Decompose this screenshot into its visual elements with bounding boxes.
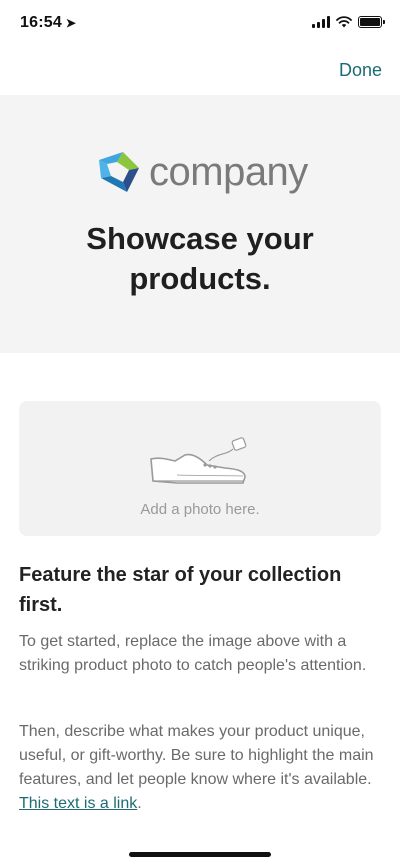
location-arrow-icon: ➤ bbox=[65, 16, 77, 30]
inline-link[interactable]: This text is a link bbox=[19, 795, 137, 812]
time-text: 16:54 bbox=[20, 14, 62, 31]
hero-section: company Showcase your products. bbox=[0, 95, 400, 353]
home-indicator[interactable] bbox=[129, 852, 271, 857]
company-logo: company bbox=[93, 148, 308, 196]
status-icons bbox=[312, 16, 385, 28]
description-text: Then, describe what makes your product u… bbox=[19, 723, 374, 788]
done-button[interactable]: Done bbox=[339, 60, 382, 81]
signal-icon bbox=[312, 16, 330, 28]
shoe-icon bbox=[150, 437, 247, 484]
hero-title: Showcase your products. bbox=[0, 219, 400, 299]
add-photo-label: Add a photo here. bbox=[140, 501, 260, 518]
wifi-icon bbox=[336, 16, 352, 28]
status-bar: 16:54 ➤ bbox=[0, 0, 400, 50]
logo-text: company bbox=[149, 149, 308, 194]
intro-paragraph: To get started, replace the image above … bbox=[19, 633, 367, 674]
battery-icon bbox=[358, 16, 385, 28]
add-photo-placeholder[interactable]: Add a photo here. bbox=[19, 401, 381, 536]
link-suffix: . bbox=[137, 795, 142, 812]
logo-mark-icon bbox=[99, 152, 139, 192]
status-time: 16:54 ➤ bbox=[20, 14, 76, 32]
description-paragraph: Then, describe what makes your product u… bbox=[19, 720, 381, 816]
feature-heading: Feature the star of your collection firs… bbox=[19, 564, 342, 616]
hero-title-text: Showcase your products. bbox=[86, 221, 314, 296]
